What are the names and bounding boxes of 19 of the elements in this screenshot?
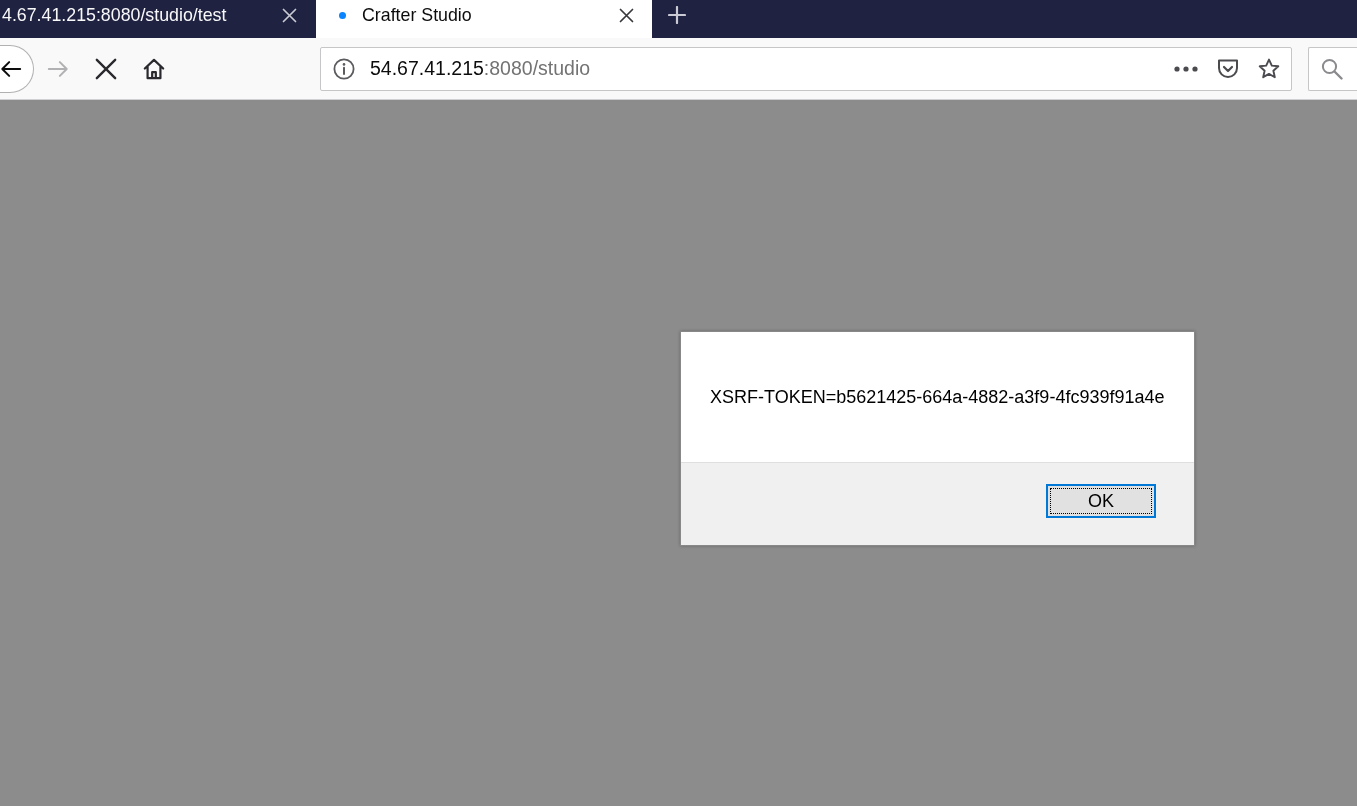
more-dots-icon[interactable] xyxy=(1174,65,1198,72)
browser-tab[interactable]: Crafter Studio xyxy=(316,0,652,38)
close-icon xyxy=(619,7,634,23)
shield-chevron-icon[interactable] xyxy=(1217,57,1239,80)
dialog-message: XSRF-TOKEN=b5621425-664a-4882-a3f9-4fc939f91a4e xyxy=(710,386,1165,408)
tab-close-button[interactable] xyxy=(619,7,634,23)
plus-icon xyxy=(668,6,686,24)
close-icon xyxy=(282,7,297,23)
search-field[interactable] xyxy=(1308,46,1357,91)
url-text: 54.67.41.215:8080/studio xyxy=(370,57,591,80)
browser-tab[interactable]: 4.67.41.215:8080/studio/test xyxy=(0,0,316,38)
ok-button[interactable]: OK xyxy=(1046,484,1156,518)
back-button[interactable] xyxy=(0,44,34,93)
search-icon xyxy=(1321,57,1343,80)
close-icon xyxy=(95,57,117,80)
info-icon[interactable] xyxy=(333,57,355,80)
star-icon[interactable] xyxy=(1258,57,1280,80)
address-bar[interactable]: 54.67.41.215:8080/studio xyxy=(320,46,1292,91)
house-icon xyxy=(143,57,165,80)
